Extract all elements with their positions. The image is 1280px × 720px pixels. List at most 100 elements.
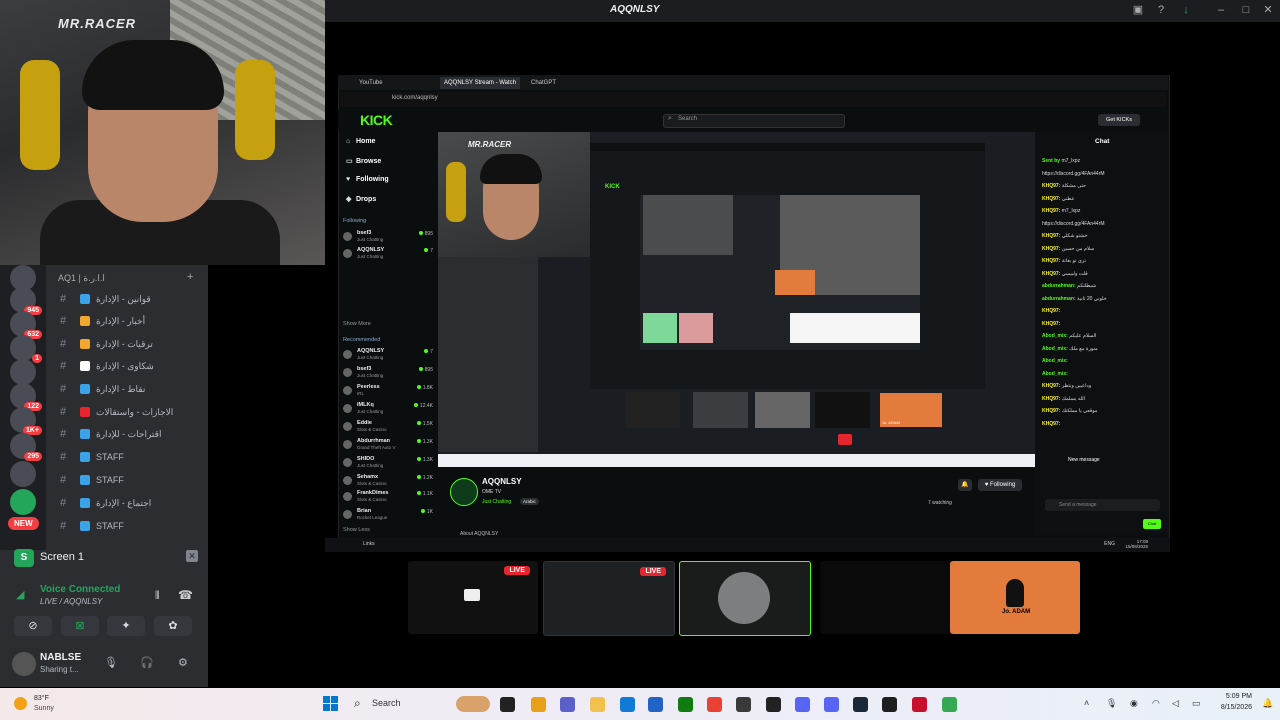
server-icon[interactable]: 122 bbox=[10, 383, 42, 411]
taskbar-app-icon[interactable] bbox=[736, 697, 751, 712]
taskbar-app-icon[interactable] bbox=[500, 697, 515, 712]
show-less-link[interactable]: Show Less bbox=[343, 527, 370, 533]
server-icon[interactable] bbox=[10, 489, 36, 515]
close-icon[interactable]: ✕ bbox=[1262, 4, 1274, 16]
chat-username[interactable]: KHQ97: bbox=[1042, 196, 1060, 202]
channel-row[interactable]: AQQNLSY Just Chatting 7 bbox=[343, 348, 433, 364]
channel-item[interactable]: # شكاوى - الإدارة bbox=[58, 358, 208, 376]
kick-search-input[interactable]: ⌕ Search bbox=[663, 114, 845, 128]
server-icon[interactable] bbox=[10, 359, 36, 385]
channel-item[interactable]: # أخبار - الإدارة bbox=[58, 313, 208, 331]
disconnect-icon[interactable]: ☎ bbox=[178, 588, 193, 602]
channel-item[interactable]: # اقتراحات - للإدارة bbox=[58, 426, 208, 444]
channel-avatar[interactable] bbox=[450, 478, 478, 506]
chat-send-button[interactable]: Chat bbox=[1143, 519, 1161, 529]
minimize-icon[interactable]: – bbox=[1215, 4, 1227, 16]
address-bar[interactable] bbox=[340, 92, 1166, 107]
kick-nav-browse[interactable]: ▭ Browse bbox=[346, 157, 381, 165]
channel-item[interactable]: # قوانين - الإدارة bbox=[58, 291, 208, 309]
channel-row[interactable]: AQQNLSY Just Chatting 7 bbox=[343, 247, 433, 263]
chat-username[interactable]: KHQ97: bbox=[1042, 421, 1060, 427]
notification-bell-button[interactable]: 🔔 bbox=[958, 479, 972, 491]
taskbar-date[interactable]: 8/15/2026 bbox=[1214, 704, 1252, 711]
get-kicks-button[interactable]: Get KICKs bbox=[1098, 114, 1140, 126]
new-message-indicator[interactable]: New message bbox=[1068, 457, 1100, 463]
channel-item[interactable]: # STAFF bbox=[58, 449, 208, 467]
server-name[interactable]: AQ1 | ا.ا.ر.ة bbox=[58, 273, 105, 284]
close-screen-share-icon[interactable]: ✕ bbox=[186, 550, 198, 562]
taskbar-app-icon[interactable] bbox=[531, 697, 546, 712]
taskbar-app-icon[interactable] bbox=[853, 697, 868, 712]
tray-volume-icon[interactable]: ◁ bbox=[1172, 698, 1179, 709]
stream-tile[interactable]: LIVE bbox=[408, 561, 538, 634]
kick-nav-home[interactable]: ⌂ Home bbox=[346, 138, 375, 145]
restore-icon[interactable]: □ bbox=[1240, 4, 1252, 16]
channel-item[interactable]: # STAFF bbox=[58, 472, 208, 490]
channel-row[interactable]: iMLKq Just Chatting 12.4K bbox=[343, 402, 433, 418]
taskbar-app-icon[interactable] bbox=[912, 697, 927, 712]
taskbar-app-icon[interactable] bbox=[648, 697, 663, 712]
chat-username[interactable]: KHQ97: bbox=[1042, 246, 1060, 252]
channel-category[interactable]: Just Chatting bbox=[482, 499, 511, 505]
notification-bell-icon[interactable]: 🔔 bbox=[1262, 698, 1273, 709]
help-icon[interactable]: ? bbox=[1155, 4, 1167, 16]
channel-name[interactable]: AQQNLSY bbox=[482, 477, 522, 486]
chat-username[interactable]: KHQ97: bbox=[1042, 271, 1060, 277]
chat-username[interactable]: Abod_mix: bbox=[1042, 346, 1068, 352]
chat-username[interactable]: Abod_mix: bbox=[1042, 333, 1068, 339]
download-icon[interactable]: ↓ bbox=[1180, 4, 1192, 16]
chat-username[interactable]: Sent by bbox=[1042, 158, 1060, 164]
server-icon[interactable]: 945 bbox=[10, 287, 42, 315]
chat-username[interactable]: Abod_mix: bbox=[1042, 371, 1068, 377]
weather-temperature[interactable]: 83°F bbox=[34, 695, 49, 702]
chat-username[interactable]: KHQ97: bbox=[1042, 183, 1060, 189]
channel-row[interactable]: Peerless IRL 1.8K bbox=[343, 384, 433, 400]
show-more-link[interactable]: Show More bbox=[343, 321, 371, 327]
taskbar-app-icon[interactable] bbox=[620, 697, 635, 712]
avatar[interactable] bbox=[12, 652, 36, 676]
chat-username[interactable]: abdurrahman: bbox=[1042, 296, 1076, 302]
taskbar-app-icon[interactable] bbox=[560, 697, 575, 712]
start-button[interactable] bbox=[323, 696, 339, 712]
maximize-screen-icon[interactable]: ▣ bbox=[1132, 4, 1144, 16]
channel-row[interactable]: FrankDimes Slots & Casino 1.1K bbox=[343, 490, 433, 506]
taskbar-app-icon[interactable] bbox=[942, 697, 957, 712]
screen-share-tile[interactable]: S Screen 1 ✕ bbox=[12, 548, 198, 568]
channel-item[interactable]: # اجتماع - الإدارة bbox=[58, 495, 208, 513]
taskbar-app-icon[interactable] bbox=[882, 697, 897, 712]
chat-username[interactable]: Abod_mix: bbox=[1042, 358, 1068, 364]
chat-username[interactable]: KHQ97: bbox=[1042, 321, 1060, 327]
tray-battery-icon[interactable]: ▭ bbox=[1192, 698, 1201, 709]
channel-row[interactable]: bsef3 Just Chatting 895 bbox=[343, 366, 433, 382]
chat-input[interactable]: Send a message bbox=[1045, 499, 1160, 511]
video-off-button[interactable]: ⊘ bbox=[14, 616, 52, 636]
share-screen-button[interactable]: ⊠ bbox=[61, 616, 99, 636]
stream-tile[interactable]: Jo. ADAM bbox=[950, 561, 1080, 634]
soundboard-button[interactable]: ✿ bbox=[154, 616, 192, 636]
chat-username[interactable]: KHQ97: bbox=[1042, 396, 1060, 402]
taskbar-app-icon[interactable] bbox=[590, 697, 605, 712]
kick-nav-following[interactable]: ♥ Following bbox=[346, 176, 389, 183]
taskbar-app-icon[interactable] bbox=[795, 697, 810, 712]
server-icon[interactable] bbox=[10, 461, 36, 487]
chat-username[interactable]: KHQ97: bbox=[1042, 408, 1060, 414]
weather-sun-icon[interactable] bbox=[14, 697, 27, 710]
channel-item[interactable]: # نقاط - الإدارة bbox=[58, 381, 208, 399]
tray-wifi-icon[interactable]: ◠ bbox=[1152, 698, 1160, 709]
headphones-icon[interactable]: 🎧 bbox=[140, 656, 154, 669]
following-button[interactable]: ♥ Following bbox=[978, 479, 1022, 491]
chat-username[interactable]: KHQ97: bbox=[1042, 308, 1060, 314]
channel-row[interactable]: Abdurrhman Grand Theft Auto V 1.3K bbox=[343, 438, 433, 454]
taskbar-app-icon[interactable] bbox=[707, 697, 722, 712]
weather-description[interactable]: Sunny bbox=[34, 705, 54, 712]
tab-kick-stream[interactable]: AQQNLSY Stream - Watch bbox=[440, 77, 521, 89]
soundboard-icon[interactable]: ⫴ bbox=[155, 590, 160, 603]
kick-nav-drops[interactable]: ◆ Drops bbox=[346, 195, 376, 203]
channel-item[interactable]: # STAFF bbox=[58, 518, 208, 536]
channel-row[interactable]: Eddie Slots & Casino 1.5K bbox=[343, 420, 433, 436]
stream-tile-selected[interactable] bbox=[679, 561, 811, 636]
chat-username[interactable]: abdurrahman: bbox=[1042, 283, 1076, 289]
server-icon[interactable]: 1K+ bbox=[10, 407, 42, 435]
channel-row[interactable]: Sehamx Slots & Casino 1.2K bbox=[343, 474, 433, 490]
channel-item[interactable]: # ترقيات - الإدارة bbox=[58, 336, 208, 354]
